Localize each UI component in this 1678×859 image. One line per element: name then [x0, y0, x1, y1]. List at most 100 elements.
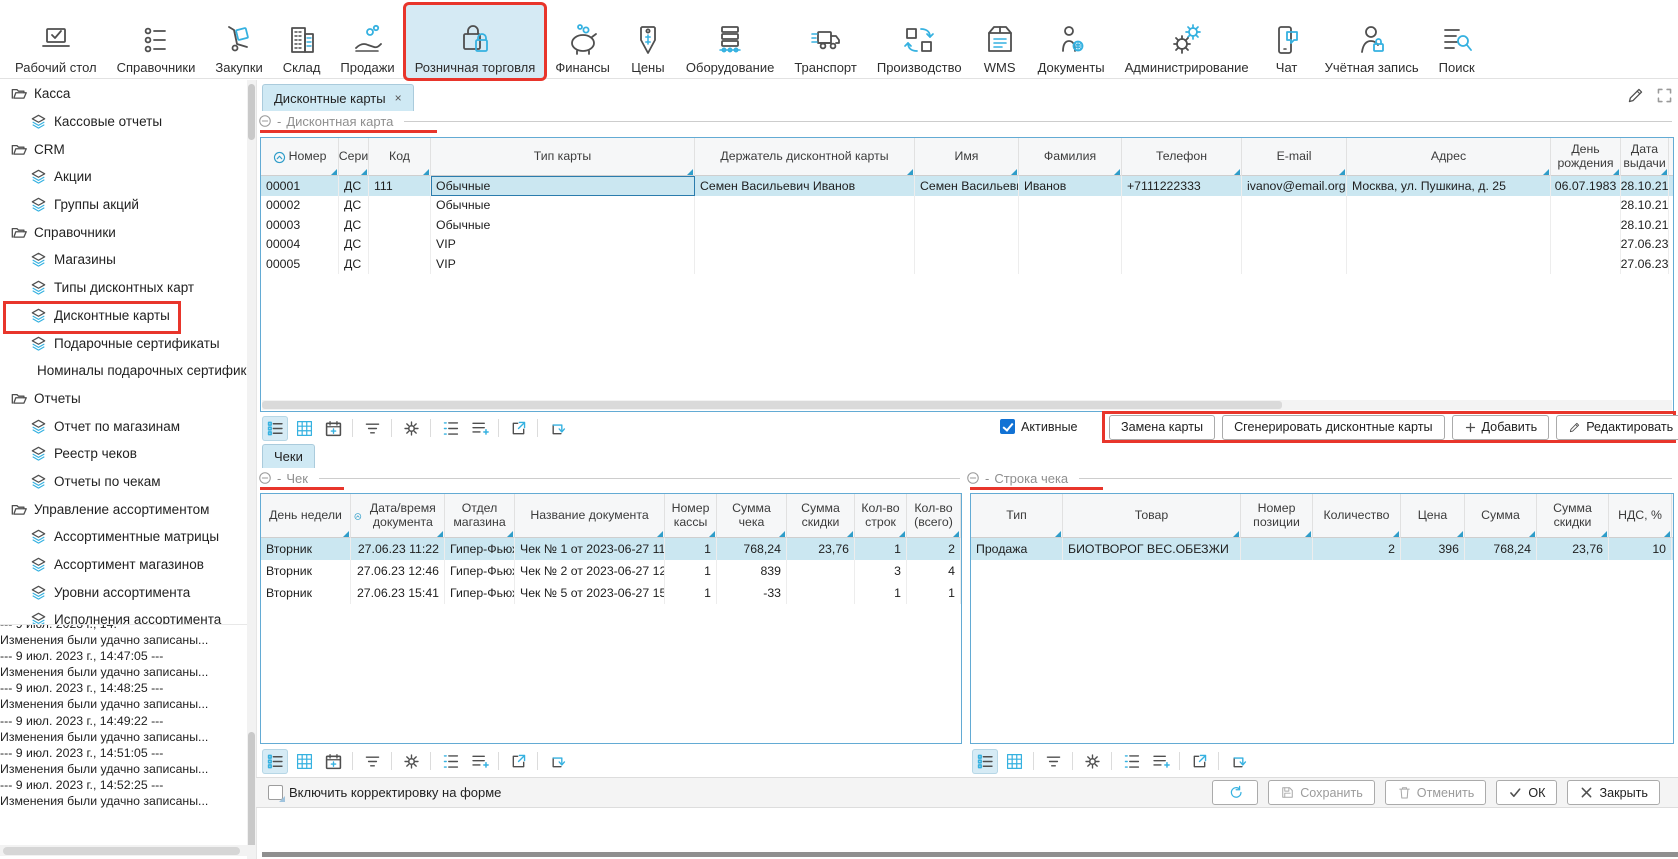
column-header[interactable]: Кол-во (всего) [907, 494, 961, 538]
table-cell[interactable] [1551, 215, 1621, 235]
column-header[interactable]: Тип [971, 494, 1063, 538]
nav-item-warehouse[interactable]: Склад [274, 5, 330, 78]
table-cell[interactable]: 839 [717, 560, 787, 582]
table-cell[interactable]: Иванов [1019, 176, 1122, 196]
table-cell[interactable]: 27.06.23 [1621, 254, 1669, 274]
form-adjustment-toggle[interactable]: Включить корректировку на форме [268, 785, 501, 800]
sidebar-item-ассортимент-магазинов[interactable]: Ассортимент магазинов [0, 551, 247, 579]
sidebar-item-типы-дисконтных-карт[interactable]: Типы дисконтных карт [0, 274, 247, 302]
table-cell[interactable] [1241, 538, 1313, 560]
filter-button[interactable] [1040, 749, 1066, 774]
add-button[interactable]: Добавить [1452, 415, 1550, 440]
table-cell[interactable]: 00005 [261, 254, 339, 274]
column-header[interactable]: Дата/время документа [351, 494, 445, 538]
table-cell[interactable] [1122, 196, 1242, 216]
table-cell[interactable]: 23,76 [1537, 538, 1609, 560]
table-cell[interactable]: Гипер-Фьюж [445, 560, 515, 582]
nav-item-chat[interactable]: Чат [1260, 5, 1314, 78]
nav-item-finance[interactable]: Финансы [546, 5, 619, 78]
table-cell[interactable]: Вторник [261, 582, 351, 604]
table-cell[interactable]: 1 [665, 582, 717, 604]
refresh-button[interactable] [1212, 780, 1258, 805]
grid-view-button[interactable] [1001, 749, 1027, 774]
open-external-button[interactable] [1186, 749, 1212, 774]
expand-icon[interactable] [1655, 86, 1674, 105]
table-cell[interactable]: Продажа [971, 538, 1063, 560]
column-header[interactable]: Сумма скидки [1537, 494, 1609, 538]
table-cell[interactable] [915, 196, 1019, 216]
column-header[interactable]: Номер кассы [665, 494, 717, 538]
calendar-view-button[interactable] [320, 749, 346, 774]
settings-gear-button[interactable] [398, 416, 424, 441]
column-header[interactable]: Отдел магазина [445, 494, 515, 538]
table-row[interactable]: 00005ДСVIP27.06.23 [261, 254, 1673, 274]
sidebar-item-управление-ассортиментом[interactable]: Управление ассортиментом [0, 495, 247, 523]
nav-item-equipment[interactable]: Оборудование [677, 5, 783, 78]
table-cell[interactable] [695, 254, 915, 274]
settings-gear-button[interactable] [398, 749, 424, 774]
table-cell[interactable] [787, 582, 855, 604]
sidebar-item-crm[interactable]: CRM [0, 135, 247, 163]
sidebar-item-отчет-по-магазинам[interactable]: Отчет по магазинам [0, 412, 247, 440]
active-checkbox[interactable] [1000, 419, 1015, 434]
column-header[interactable]: Держатель дисконтной карты [695, 138, 915, 176]
table-cell[interactable]: 06.07.1983 [1551, 176, 1621, 196]
table-cell[interactable] [1347, 196, 1551, 216]
column-header[interactable]: Телефон [1122, 138, 1242, 176]
table-cell[interactable]: VIP [431, 254, 695, 274]
table-cell[interactable]: 2 [1313, 538, 1401, 560]
table-cell[interactable]: ivanov@email.org [1242, 176, 1347, 196]
table-cell[interactable]: -33 [717, 582, 787, 604]
table-cell[interactable]: 23,76 [787, 538, 855, 560]
sidebar-item-ассортиментные-матрицы[interactable]: Ассортиментные матрицы [0, 523, 247, 551]
table-cell[interactable]: 00003 [261, 215, 339, 235]
table-cell[interactable] [1347, 254, 1551, 274]
table-cell[interactable]: Вторник [261, 538, 351, 560]
sidebar-item-реестр-чеков[interactable]: Реестр чеков [0, 440, 247, 468]
scrollbar-thumb[interactable] [262, 401, 1282, 409]
table-cell[interactable]: 1 [855, 582, 907, 604]
save-button[interactable]: Сохранить [1268, 780, 1375, 805]
close-button[interactable]: Закрыть [1567, 780, 1660, 805]
table-cell[interactable]: Обычные [431, 176, 695, 196]
scrollbar-thumb[interactable] [248, 732, 255, 854]
table-cell[interactable]: Гипер-Фьюж [445, 538, 515, 560]
collapse-icon[interactable] [258, 471, 272, 485]
collapse-icon[interactable] [966, 471, 980, 485]
column-header[interactable]: День рождения [1551, 138, 1621, 176]
sidebar-item-уровни-ассортимента[interactable]: Уровни ассортимента [0, 578, 247, 606]
column-header[interactable]: Номер позиции [1241, 494, 1313, 538]
list-view-button[interactable] [262, 416, 288, 441]
cancel-button[interactable]: Отменить [1385, 780, 1487, 805]
table-cell[interactable]: 768,24 [717, 538, 787, 560]
table-cell[interactable] [369, 235, 431, 255]
column-header[interactable]: Тип карты [431, 138, 695, 176]
table-cell[interactable] [1551, 235, 1621, 255]
column-header[interactable]: Название документа [515, 494, 665, 538]
table-cell[interactable]: 00001 [261, 176, 339, 196]
table-cell[interactable] [1242, 196, 1347, 216]
refresh-button[interactable] [1225, 749, 1251, 774]
table-cell[interactable]: 768,24 [1465, 538, 1537, 560]
scrollbar-thumb[interactable] [3, 847, 240, 855]
table-cell[interactable] [695, 235, 915, 255]
nav-item-administration[interactable]: Администрирование [1116, 5, 1258, 78]
table-horizontal-scrollbar[interactable] [262, 400, 1672, 410]
table-cell[interactable]: VIP [431, 235, 695, 255]
sidebar-item-дисконтные-карты[interactable]: Дисконтные карты [0, 302, 247, 330]
sidebar-item-акции[interactable]: Акции [0, 163, 247, 191]
sidebar-item-справочники[interactable]: Справочники [0, 218, 247, 246]
table-cell[interactable]: 1 [855, 538, 907, 560]
numbered-list-button[interactable] [1118, 749, 1144, 774]
nav-item-retail[interactable]: Розничная торговля [406, 5, 545, 78]
sidebar-scrollbar[interactable] [247, 80, 256, 859]
column-header[interactable]: Цена [1401, 494, 1465, 538]
table-cell[interactable]: 27.06.23 15:41 [351, 582, 445, 604]
table-cell[interactable] [1019, 196, 1122, 216]
table-cell[interactable]: 1 [665, 538, 717, 560]
column-header[interactable]: Товар [1063, 494, 1241, 538]
table-row[interactable]: 00004ДСVIP27.06.23 [261, 235, 1673, 255]
nav-item-transport[interactable]: Транспорт [785, 5, 866, 78]
column-header[interactable]: Сумма [1465, 494, 1537, 538]
sidebar-item-номиналы-подарочных-сертификатов[interactable]: Номиналы подарочных сертификатов [0, 357, 247, 385]
